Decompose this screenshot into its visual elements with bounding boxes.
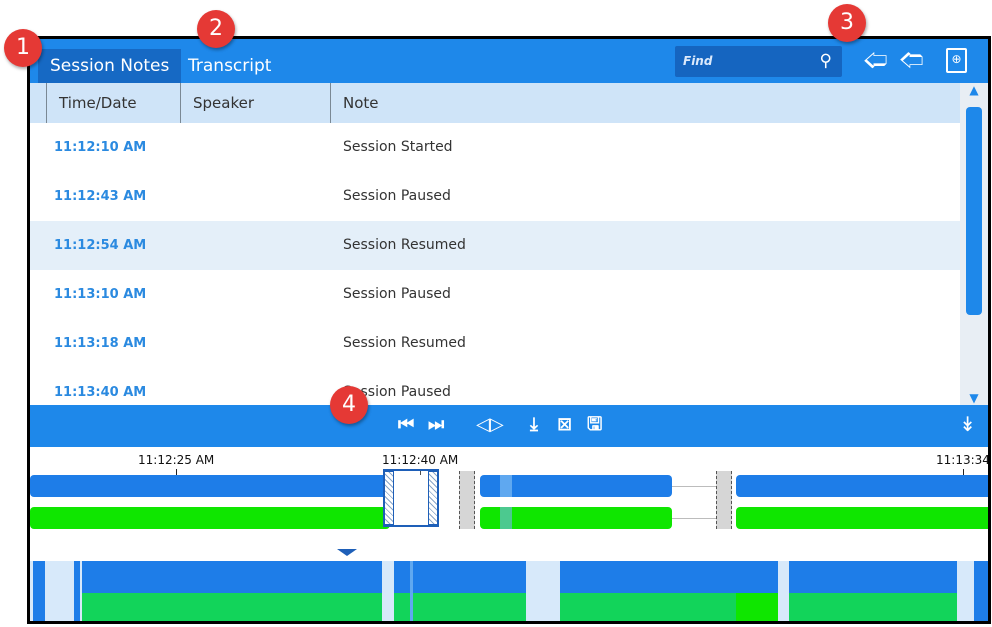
timeline-overview[interactable] [30,561,988,621]
timeline-selection[interactable] [383,469,439,527]
annotation-badge-2: 2 [197,10,235,48]
column-header-time[interactable]: Time/Date [46,83,180,123]
playhead-marker-icon[interactable] [337,549,357,556]
overview-segment [560,561,778,593]
transport-toolbar: ⏮ ⏭ ◁▷ ⤓ ⊠ 🖫 ↡ [30,405,988,447]
skip-to-start-icon[interactable]: ⏮ [398,414,414,436]
overview-segment [789,561,957,593]
tab-transcript[interactable]: Transcript [176,49,283,83]
save-icon[interactable]: 🖫 [587,414,602,436]
scroll-down-icon[interactable]: ▼ [960,391,988,405]
zoom-document-icon[interactable]: ⊕ [946,48,967,73]
notes-table-header: Time/Date Speaker Note [30,83,960,123]
table-row[interactable]: 11:12:54 AM Session Resumed [30,221,960,270]
overview-segment [394,561,526,593]
collapse-panel-icon[interactable]: ↡ [959,413,976,435]
timeline-tick-label: 11:12:25 AM [138,453,215,475]
row-note: Session Resumed [343,335,466,351]
track-segment-blue[interactable] [736,475,988,497]
arrow-left-icon[interactable]: 🢠 [863,48,888,72]
selection-handle-left[interactable] [384,471,394,525]
track-segment-blue[interactable] [30,475,390,497]
timeline-tick-label: 11:13:34 [936,453,990,475]
export-icon[interactable]: ⤓ [530,414,538,436]
table-row[interactable]: 11:12:43 AM Session Paused [30,172,960,221]
table-row[interactable]: 11:12:10 AM Session Started [30,123,960,172]
selection-handle-right[interactable] [428,471,438,525]
track-highlight [500,507,512,529]
overview-segment [74,561,80,621]
overview-segment [789,593,957,621]
annotation-badge-1: 1 [4,29,42,67]
scrollbar-thumb[interactable] [966,107,982,315]
track-segment-green[interactable] [736,507,988,529]
track-segment-green[interactable] [30,507,390,529]
table-row[interactable]: 11:13:10 AM Session Paused [30,270,960,319]
search-icon[interactable]: ⚲ [820,51,832,71]
table-row[interactable]: 11:13:40 AM Session Paused [30,368,960,405]
arrow-right-icon[interactable]: 🢢 [899,48,924,72]
annotation-badge-4: 4 [330,386,368,424]
scroll-up-icon[interactable]: ▲ [960,83,988,97]
column-header-note[interactable]: Note [330,83,960,123]
track-connector [672,486,720,487]
overview-segment [736,593,778,621]
overview-segment [394,593,526,621]
timeline-panel: 11:12:25 AM 11:12:40 AM 11:13:34 [30,447,990,621]
row-time[interactable]: 11:13:18 AM [54,319,146,368]
search-input[interactable]: Find [683,54,712,68]
pause-gap-marker [716,471,732,529]
pause-gap-marker [459,471,475,529]
delete-selection-icon[interactable]: ⊠ [557,414,572,436]
overview-segment [82,561,382,593]
track-connector [672,518,720,519]
search-box[interactable]: Find ⚲ [675,46,842,77]
track-highlight [500,475,512,497]
row-note: Session Resumed [343,237,466,253]
column-header-speaker[interactable]: Speaker [180,83,330,123]
row-time[interactable]: 11:12:43 AM [54,172,146,221]
row-note: Session Started [343,139,453,155]
header-bar: Session Notes Transcript Find ⚲ 🢠 🢢 ⊕ [30,39,988,83]
overview-highlight [410,561,413,621]
overview-segment [82,593,382,621]
tab-session-notes[interactable]: Session Notes [38,49,182,83]
trim-selection-icon[interactable]: ◁▷ [476,414,504,436]
row-note: Session Paused [343,286,451,302]
vertical-scrollbar[interactable]: ▲ ▼ [960,83,988,405]
timeline-tick-label: 11:12:40 AM [382,453,459,475]
overview-segment [560,593,736,621]
row-time[interactable]: 11:12:54 AM [54,221,146,270]
overview-segment [33,561,45,621]
annotation-badge-3: 3 [828,4,866,42]
row-note: Session Paused [343,188,451,204]
row-time[interactable]: 11:13:40 AM [54,368,146,405]
notes-table-body: 11:12:10 AM Session Started 11:12:43 AM … [30,123,960,405]
table-row[interactable]: 11:13:18 AM Session Resumed [30,319,960,368]
row-time[interactable]: 11:12:10 AM [54,123,146,172]
overview-segment [974,561,988,621]
app-window: Session Notes Transcript Find ⚲ 🢠 🢢 ⊕ Ti… [27,36,991,624]
skip-to-end-icon[interactable]: ⏭ [428,414,444,436]
row-time[interactable]: 11:13:10 AM [54,270,146,319]
